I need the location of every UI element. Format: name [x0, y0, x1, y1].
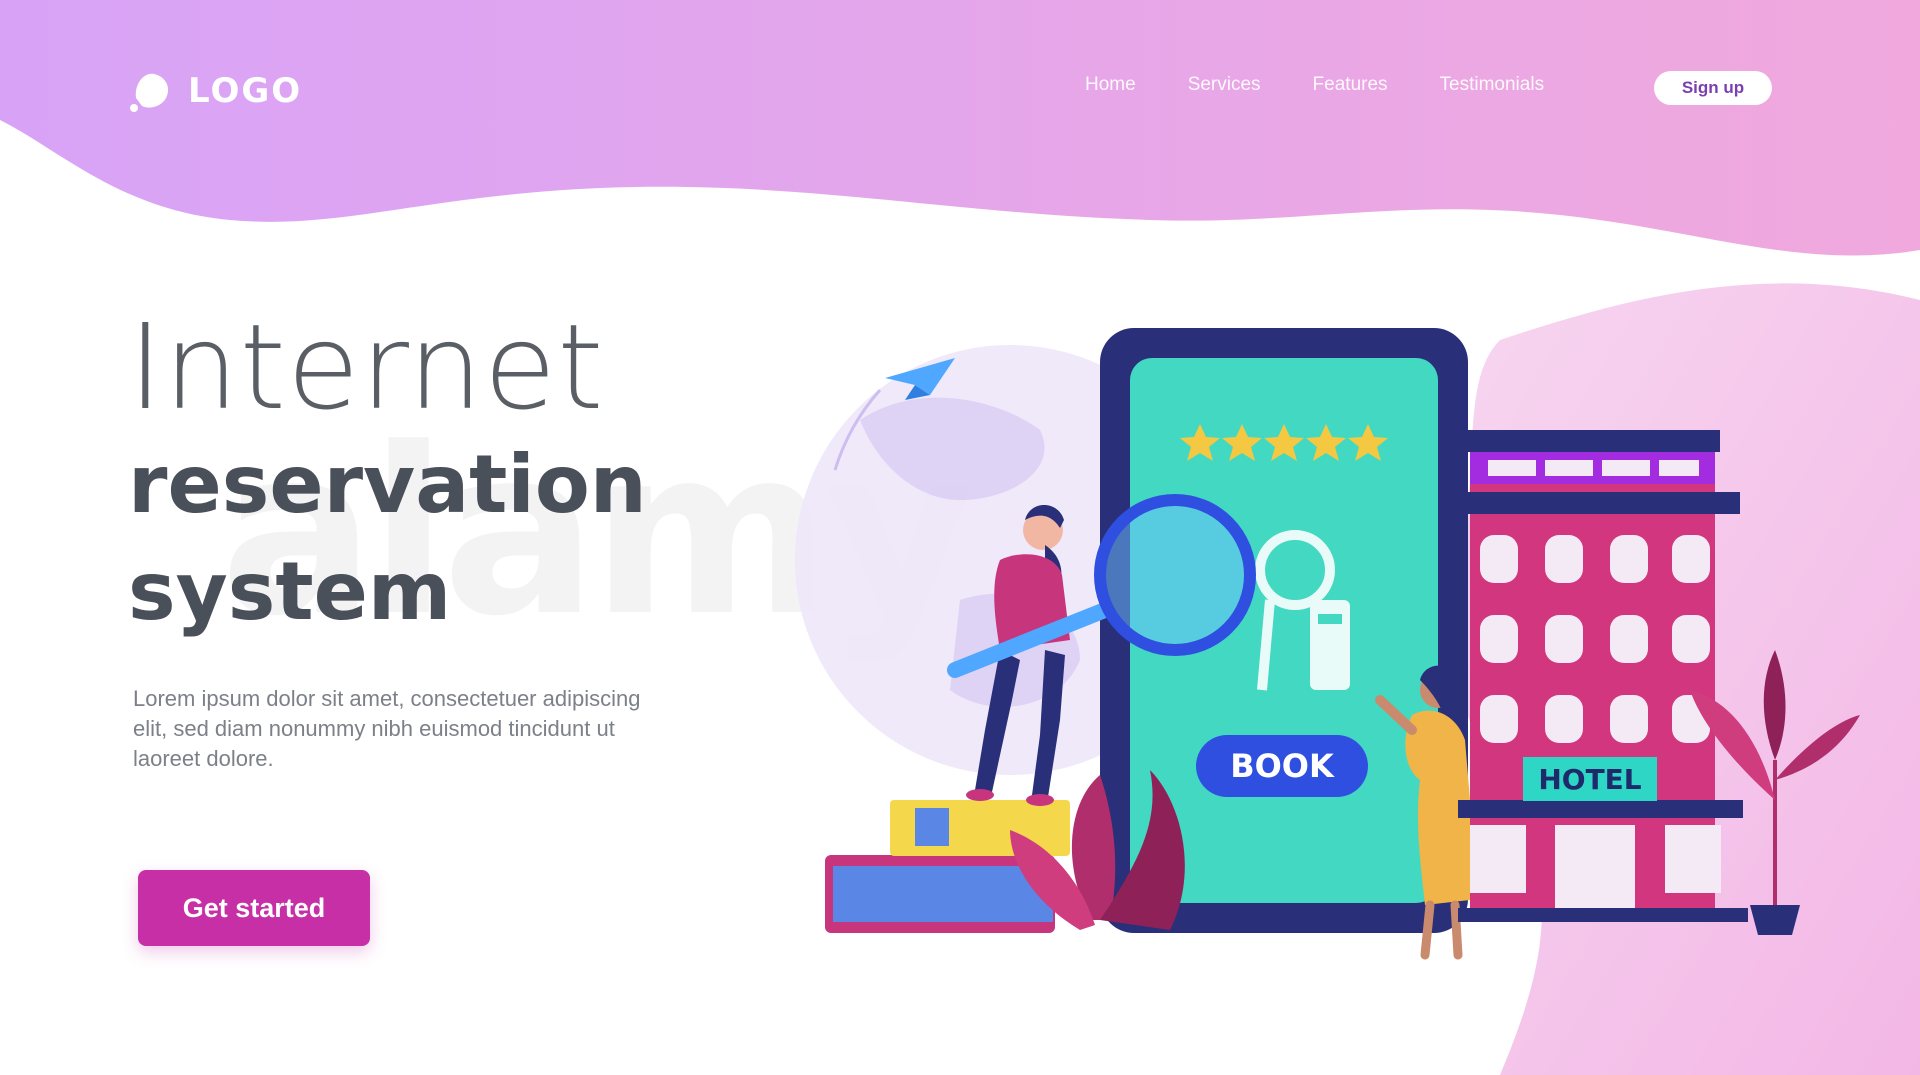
hotel-building [1458, 430, 1748, 922]
book-button: BOOK [1196, 735, 1368, 797]
hotel-sign: HOTEL [1523, 757, 1657, 801]
reservation-illustration [795, 328, 1860, 960]
